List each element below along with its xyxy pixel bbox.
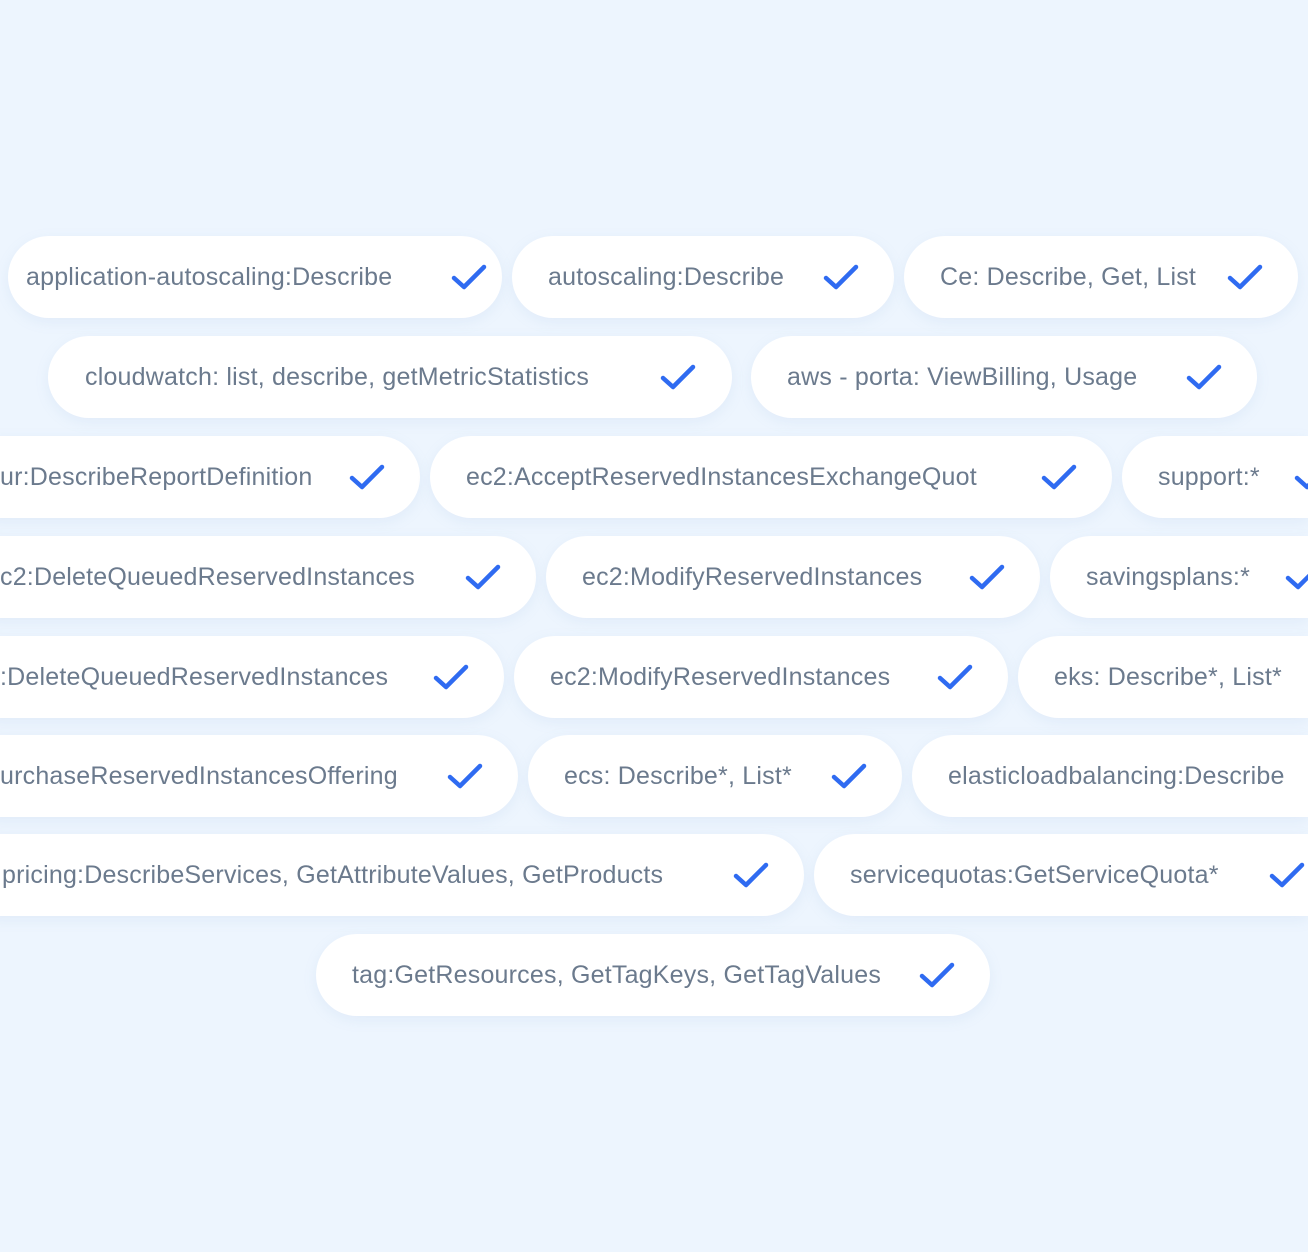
check-icon [447, 762, 483, 790]
permission-label: :DeleteQueuedReservedInstances [0, 663, 389, 691]
check-icon [660, 363, 696, 391]
permission-pill: urchaseReservedInstancesOffering [0, 735, 518, 817]
permission-label: servicequotas:GetServiceQuota* [850, 861, 1219, 889]
permission-pill: ec2:ModifyReservedInstances [514, 636, 1008, 718]
check-icon [1186, 363, 1222, 391]
check-icon [349, 463, 385, 491]
permission-pill: ecs: Describe*, List* [528, 735, 902, 817]
permission-label: ur:DescribeReportDefinition [0, 463, 313, 491]
check-icon [1269, 861, 1305, 889]
permission-pill: application-autoscaling:Describe [8, 236, 502, 318]
permission-label: ec2:ModifyReservedInstances [582, 563, 923, 591]
permission-pill: cloudwatch: list, describe, getMetricSta… [48, 336, 732, 418]
check-icon [733, 861, 769, 889]
permission-pill: ur:DescribeReportDefinition [0, 436, 420, 518]
permission-pill: support:* [1122, 436, 1308, 518]
permission-label: tag:GetResources, GetTagKeys, GetTagValu… [352, 961, 882, 989]
check-icon [919, 961, 955, 989]
permission-label: savingsplans:* [1086, 563, 1251, 591]
check-icon [1041, 463, 1077, 491]
permission-label: eks: Describe*, List* [1054, 663, 1282, 691]
permission-label: autoscaling:Describe [548, 263, 785, 291]
check-icon [1285, 563, 1308, 591]
check-icon [937, 663, 973, 691]
permission-pill: aws - porta: ViewBilling, Usage [751, 336, 1257, 418]
check-icon [823, 263, 859, 291]
check-icon [451, 263, 487, 291]
permission-label: cloudwatch: list, describe, getMetricSta… [85, 363, 590, 391]
permission-label: support:* [1158, 463, 1260, 491]
permission-label: ec2:AcceptReservedInstancesExchangeQuot [466, 463, 977, 491]
permission-label: elasticloadbalancing:Describe [948, 762, 1285, 790]
permission-label: Ce: Describe, Get, List [940, 263, 1197, 291]
permission-pill: pricing:DescribeServices, GetAttributeVa… [0, 834, 804, 916]
permission-pill: ec2:AcceptReservedInstancesExchangeQuot [430, 436, 1112, 518]
permission-label: c2:DeleteQueuedReservedInstances [0, 563, 415, 591]
check-icon [969, 563, 1005, 591]
check-icon [1294, 463, 1308, 491]
permission-label: application-autoscaling:Describe [26, 263, 393, 291]
permission-label: aws - porta: ViewBilling, Usage [787, 363, 1138, 391]
check-icon [433, 663, 469, 691]
permission-label: ec2:ModifyReservedInstances [550, 663, 891, 691]
permission-pill: autoscaling:Describe [512, 236, 894, 318]
permission-label: pricing:DescribeServices, GetAttributeVa… [2, 861, 664, 889]
permission-pill: c2:DeleteQueuedReservedInstances [0, 536, 536, 618]
permission-pill: elasticloadbalancing:Describe [912, 735, 1308, 817]
permission-label: ecs: Describe*, List* [564, 762, 792, 790]
permission-label: urchaseReservedInstancesOffering [0, 762, 398, 790]
check-icon [1227, 263, 1263, 291]
check-icon [831, 762, 867, 790]
check-icon [465, 563, 501, 591]
permission-pill: ec2:ModifyReservedInstances [546, 536, 1040, 618]
permission-pill: :DeleteQueuedReservedInstances [0, 636, 504, 718]
permission-pill: tag:GetResources, GetTagKeys, GetTagValu… [316, 934, 990, 1016]
permission-pill: servicequotas:GetServiceQuota* [814, 834, 1308, 916]
permission-pill: savingsplans:* [1050, 536, 1308, 618]
permission-pill: Ce: Describe, Get, List [904, 236, 1298, 318]
permission-pill: eks: Describe*, List* [1018, 636, 1308, 718]
